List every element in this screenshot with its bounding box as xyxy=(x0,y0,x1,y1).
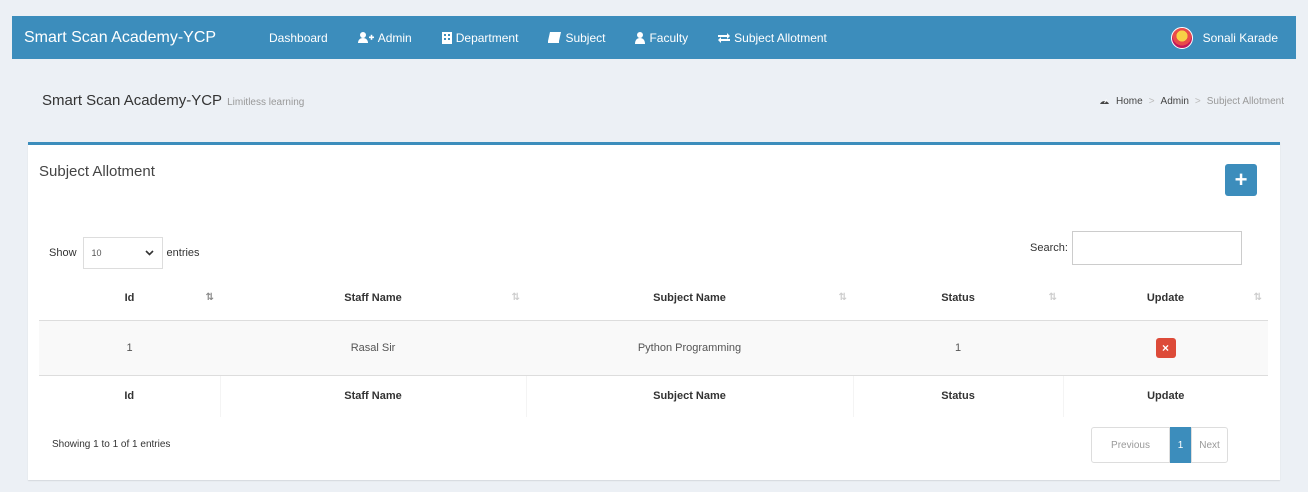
breadcrumb-separator: > xyxy=(1148,95,1155,107)
cell-id: 1 xyxy=(39,319,220,375)
nav-subject-label: Subject xyxy=(565,30,606,45)
page-1-button[interactable]: 1 xyxy=(1170,427,1191,463)
page-subtitle: Limitless learning xyxy=(227,97,305,108)
table-row: 1 Rasal Sir Python Programming 1 × xyxy=(39,319,1268,375)
nav-subject-allotment[interactable]: Subject Allotment xyxy=(718,31,827,45)
col-header-staff-name[interactable]: Staff Name ⇅ xyxy=(220,277,526,321)
breadcrumb-separator: > xyxy=(1194,95,1201,107)
col-header-status[interactable]: Status ⇅ xyxy=(853,277,1063,321)
cell-status: 1 xyxy=(853,319,1063,375)
footer-subject-name: Subject Name xyxy=(525,374,853,417)
user-plus-icon xyxy=(357,32,374,43)
add-allotment-button[interactable]: + xyxy=(1225,164,1257,196)
cell-subject-name: Python Programming xyxy=(526,319,853,375)
sort-icon: ⇅ xyxy=(838,292,848,303)
col-header-id[interactable]: Id ⇅ xyxy=(39,277,220,321)
user-icon xyxy=(635,31,646,44)
nav-dashboard-label: Dashboard xyxy=(269,30,328,45)
content-header: Smart Scan Academy-YCP Limitless learnin… xyxy=(42,92,304,109)
col-header-update[interactable]: Update ⇅ xyxy=(1063,277,1268,321)
footer-staff-name: Staff Name xyxy=(219,374,526,417)
user-menu[interactable]: Sonali Karade xyxy=(1170,16,1296,59)
col-header-status-label: Status xyxy=(941,292,975,305)
table-footer-row: Id Staff Name Subject Name Status Update xyxy=(39,374,1268,417)
nav-dashboard[interactable]: Dashboard xyxy=(269,31,328,45)
search-label: Search: xyxy=(1030,242,1068,254)
entries-label: entries xyxy=(166,247,200,259)
entries-length-control: Show 10 entries xyxy=(49,237,200,269)
dashboard-icon xyxy=(1099,95,1110,107)
sort-icon: ⇅ xyxy=(511,292,521,303)
col-header-subject-name-label: Subject Name xyxy=(653,292,726,305)
previous-button[interactable]: Previous xyxy=(1091,427,1170,463)
exchange-icon xyxy=(718,32,731,43)
nav-faculty-label: Faculty xyxy=(649,30,689,45)
sort-icon: ⇅ xyxy=(1048,292,1058,303)
building-icon xyxy=(441,31,452,44)
sort-icon: ⇅ xyxy=(1253,292,1263,303)
breadcrumb: Home > Admin > Subject Allotment xyxy=(1099,95,1284,107)
cell-staff-name: Rasal Sir xyxy=(220,319,526,375)
nav-subject[interactable]: Subject xyxy=(548,31,605,45)
col-header-update-label: Update xyxy=(1146,292,1185,305)
breadcrumb-admin[interactable]: Admin xyxy=(1161,96,1189,107)
nav-admin-label: Admin xyxy=(377,30,412,45)
search-input[interactable] xyxy=(1071,231,1242,265)
entries-select-value: 10 xyxy=(91,248,102,258)
top-navbar: Smart Scan Academy-YCP Dashboard Admin D… xyxy=(12,16,1296,59)
book-icon xyxy=(548,32,562,43)
chevron-down-icon xyxy=(144,248,154,258)
breadcrumb-home[interactable]: Home xyxy=(1116,96,1143,107)
col-header-id-label: Id xyxy=(124,292,135,305)
user-name: Sonali Karade xyxy=(1202,30,1278,45)
nav-admin[interactable]: Admin xyxy=(357,30,412,45)
box-title: Subject Allotment xyxy=(39,163,155,180)
nav-department[interactable]: Department xyxy=(441,30,519,45)
footer-status: Status xyxy=(852,374,1063,417)
subject-allotment-box: Subject Allotment + Show 10 entries Sear… xyxy=(28,142,1280,480)
col-header-staff-name-label: Staff Name xyxy=(344,292,402,305)
sort-asc-icon: ⇅ xyxy=(205,292,215,303)
footer-update: Update xyxy=(1062,374,1268,417)
next-button[interactable]: Next xyxy=(1191,427,1228,463)
nav-subject-allotment-label: Subject Allotment xyxy=(734,30,827,45)
delete-button[interactable]: × xyxy=(1155,337,1176,358)
cell-update: × xyxy=(1063,319,1268,375)
brand-logo[interactable]: Smart Scan Academy-YCP xyxy=(12,29,269,47)
allotment-table: Id ⇅ Staff Name ⇅ Subject Name ⇅ Status ⇅ Up… xyxy=(39,277,1268,417)
nav-faculty[interactable]: Faculty xyxy=(635,31,688,45)
avatar xyxy=(1170,26,1193,49)
breadcrumb-current: Subject Allotment xyxy=(1206,95,1284,107)
footer-id: Id xyxy=(39,374,220,417)
pagination: Previous 1 Next xyxy=(1091,427,1228,463)
page-title: Smart Scan Academy-YCP xyxy=(42,92,223,109)
table-info: Showing 1 to 1 of 1 entries xyxy=(52,439,171,450)
col-header-subject-name[interactable]: Subject Name ⇅ xyxy=(526,277,853,321)
nav-department-label: Department xyxy=(455,30,519,45)
table-header-row: Id ⇅ Staff Name ⇅ Subject Name ⇅ Status ⇅ Up… xyxy=(39,277,1268,321)
show-label: Show xyxy=(49,247,77,259)
entries-select[interactable]: 10 xyxy=(82,237,163,269)
search-control: Search: xyxy=(1030,231,1242,265)
